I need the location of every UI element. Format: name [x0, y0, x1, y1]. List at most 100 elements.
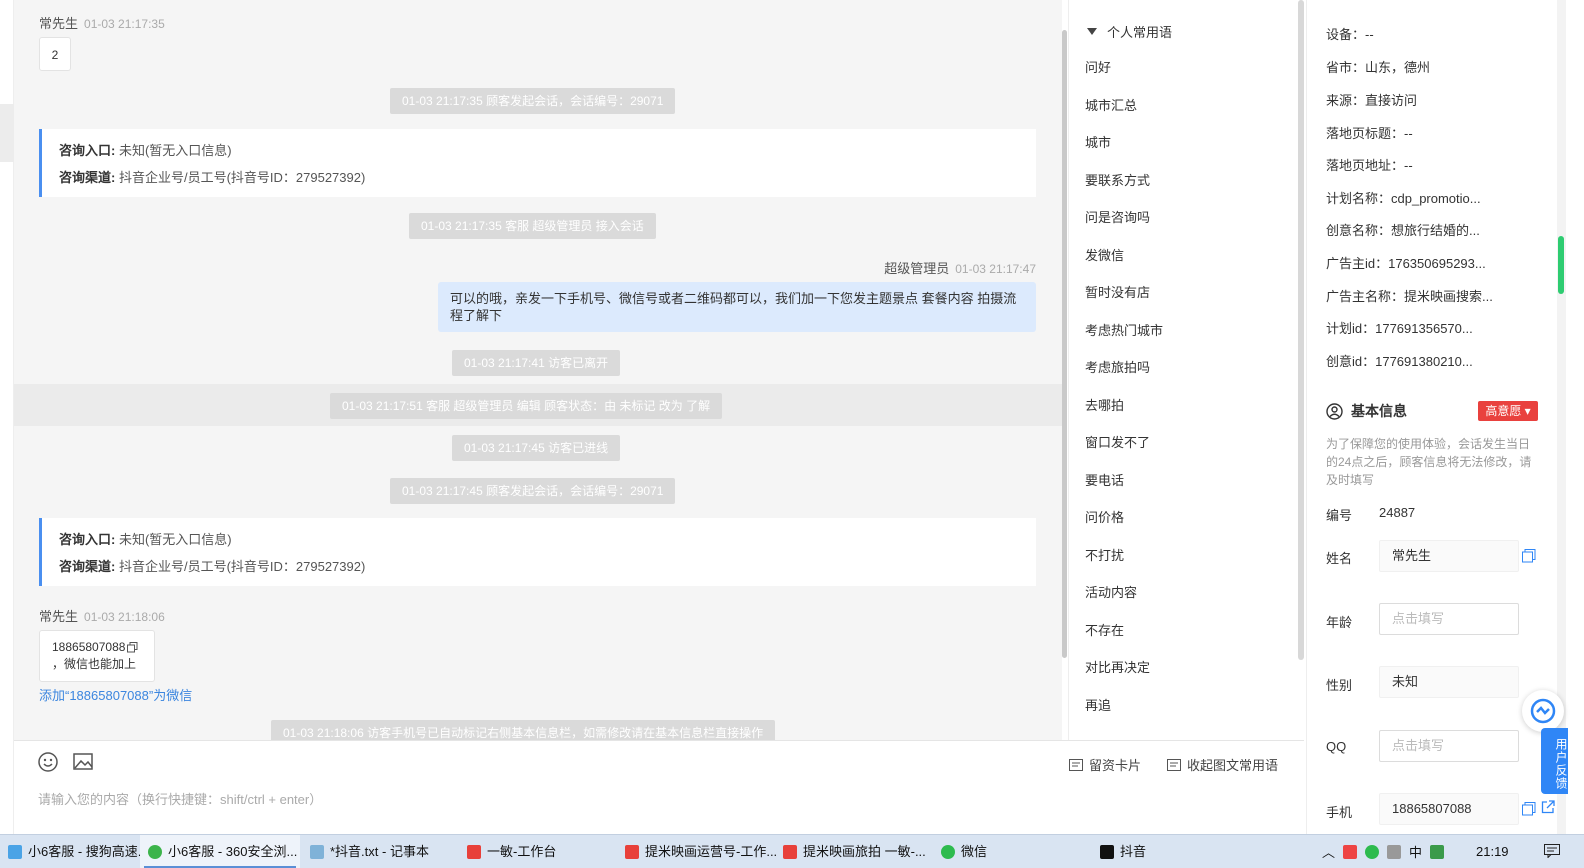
intent-badge[interactable]: 高意愿 ▾ — [1478, 401, 1538, 421]
sender-name: 常先生 — [39, 609, 79, 624]
system-message: 01-03 21:17:35 客服 超级管理员 接入会话 — [409, 213, 656, 239]
phrase-item[interactable]: 对比再决定 — [1085, 649, 1163, 687]
phrase-item[interactable]: 活动内容 — [1085, 574, 1163, 612]
task-label: 小6客服 - 搜狗高速... — [28, 844, 149, 859]
edit-icon[interactable] — [1522, 549, 1536, 563]
task-360-browser[interactable]: 小6客服 - 360安全浏... — [140, 835, 300, 868]
phrase-scrollbar[interactable] — [1298, 0, 1304, 660]
plan-name-info: 计划名称：cdp_promotio... — [1326, 191, 1481, 206]
region-info: 省市：山东，德州 — [1326, 60, 1431, 75]
source-info: 来源：直接访问 — [1326, 93, 1418, 108]
task-label: 微信 — [961, 844, 988, 859]
assistant-icon — [1530, 698, 1556, 724]
task-sogou-browser[interactable]: 小6客服 - 搜狗高速... — [0, 835, 157, 868]
leave-card-label: 留资卡片 — [1089, 758, 1142, 773]
name-field[interactable]: 常先生 — [1379, 540, 1519, 572]
message-sender: 常先生 01-03 21:17:35 — [39, 13, 165, 32]
phrase-item[interactable]: 考虑热门城市 — [1085, 312, 1163, 350]
system-message: 01-03 21:17:35 顾客发起会话，会话编号：29071 — [390, 88, 676, 114]
user-icon — [1326, 402, 1343, 420]
phrase-item[interactable]: 问价格 — [1085, 499, 1163, 537]
basic-info-header: 基本信息 — [1326, 401, 1407, 421]
task-workbench[interactable]: 一敏-工作台 — [459, 835, 564, 868]
phrase-item[interactable]: 不存在 — [1085, 612, 1163, 650]
security-icon[interactable] — [1343, 844, 1358, 859]
task-douyin[interactable]: 抖音 — [1092, 835, 1154, 868]
message-time: 01-03 21:18:06 — [84, 610, 165, 624]
message-text: ，微信也能加上 — [52, 657, 137, 671]
phrase-item[interactable]: 要联系方式 — [1085, 162, 1163, 200]
creative-name-info: 创意名称：想旅行结婚的... — [1326, 223, 1480, 238]
message-input[interactable]: 请输入您的内容（换行快捷键：shift/ctrl + enter） — [38, 789, 322, 808]
task-travel-photo[interactable]: 提米映画旅拍 一敏-... — [775, 835, 934, 868]
channel-value: 抖音企业号/员工号(抖音号ID：279527392) — [118, 559, 366, 574]
message-sender: 超级管理员 01-03 21:17:47 — [884, 258, 1036, 277]
phone-number[interactable]: 18865807088 — [52, 639, 125, 656]
phrase-item[interactable]: 城市 — [1085, 124, 1163, 162]
leave-card-button[interactable]: 留资卡片 — [1069, 755, 1141, 774]
task-label: 提米映画运营号-工作... — [645, 844, 778, 859]
scroll-thumb[interactable] — [1558, 236, 1564, 294]
entry-value: 未知(暂无入口信息) — [118, 143, 232, 158]
copy-icon[interactable] — [127, 642, 138, 653]
external-link-icon[interactable] — [1541, 800, 1555, 814]
entry-label: 咨询入口: — [59, 532, 116, 547]
task-label: *抖音.txt - 记事本 — [330, 844, 429, 859]
app-icon — [467, 844, 481, 859]
channel-label: 咨询渠道: — [59, 559, 116, 574]
input-method-icon[interactable] — [1430, 844, 1445, 859]
collapse-phrases-button[interactable]: 收起图文常用语 — [1167, 755, 1278, 774]
message-time: 01-03 21:17:47 — [955, 262, 1036, 276]
feedback-tab[interactable]: 用户反馈 — [1541, 728, 1568, 794]
channel-value: 抖音企业号/员工号(抖音号ID：279527392) — [118, 170, 366, 185]
qq-field[interactable]: 点击填写 — [1379, 730, 1519, 762]
phrase-item[interactable]: 再追 — [1085, 687, 1163, 725]
ime-indicator[interactable]: 中 — [1409, 842, 1422, 861]
entry-value: 未知(暂无入口信息) — [118, 532, 232, 547]
phrase-item[interactable]: 不打扰 — [1085, 537, 1163, 575]
phrase-item[interactable]: 发微信 — [1085, 237, 1163, 275]
phrase-item[interactable]: 考虑旅拍吗 — [1085, 349, 1163, 387]
system-message: 01-03 21:17:45 访客已进线 — [452, 435, 621, 461]
phrase-item[interactable]: 问是咨询吗 — [1085, 199, 1163, 237]
assistant-button[interactable] — [1522, 690, 1564, 732]
phrase-panel: 个人常用语 问好 城市汇总 城市 要联系方式 问是咨询吗 发微信 暂时没有店 考… — [1068, 0, 1304, 740]
chevron-up-icon[interactable]: ︿ — [1322, 842, 1335, 861]
notification-icon[interactable] — [1544, 844, 1560, 858]
customer-info-panel: 设备：-- 省市：山东，德州 来源：直接访问 落地页标题：-- 落地页地址：--… — [1306, 0, 1556, 834]
gender-label: 性别 — [1326, 678, 1353, 693]
app-icon — [783, 844, 797, 859]
emoji-icon[interactable] — [37, 751, 59, 773]
add-wechat-link[interactable]: 添加“18865807088”为微信 — [39, 685, 192, 704]
consult-info-card: 咨询入口: 未知(暂无入口信息) 咨询渠道: 抖音企业号/员工号(抖音号ID：2… — [39, 129, 1036, 197]
phrase-item[interactable]: 暂时没有店 — [1085, 274, 1163, 312]
taskbar: 小6客服 - 搜狗高速... 小6客服 - 360安全浏... *抖音.txt … — [0, 834, 1584, 868]
age-field[interactable]: 点击填写 — [1379, 603, 1519, 635]
clock[interactable]: 21:19 — [1476, 835, 1509, 868]
app-window: 常先生 01-03 21:17:35 2 01-03 21:17:35 顾客发起会… — [0, 0, 1584, 868]
message-composer: 请输入您的内容（换行快捷键：shift/ctrl + enter） 留资卡片 收… — [14, 740, 1304, 834]
phone-field[interactable]: 18865807088 — [1379, 793, 1519, 825]
wechat-tray-icon[interactable] — [1365, 844, 1380, 859]
phrase-item[interactable]: 窗口发不了 — [1085, 424, 1163, 462]
phrase-item[interactable]: 要电话 — [1085, 462, 1163, 500]
system-message: 01-03 21:17:45 顾客发起会话，会话编号：29071 — [390, 478, 676, 504]
gender-field[interactable]: 未知 — [1379, 666, 1519, 698]
copy-icon[interactable] — [1522, 802, 1536, 816]
landing-url-info: 落地页地址：-- — [1326, 158, 1413, 173]
task-wechat[interactable]: 微信 — [933, 835, 995, 868]
task-ops-account[interactable]: 提米映画运营号-工作... — [617, 835, 785, 868]
task-notepad[interactable]: *抖音.txt - 记事本 — [302, 835, 437, 868]
chat-transcript[interactable]: 常先生 01-03 21:17:35 2 01-03 21:17:35 顾客发起会… — [14, 0, 1062, 740]
phrase-item[interactable]: 去哪拍 — [1085, 387, 1163, 425]
phrase-item[interactable]: 城市汇总 — [1085, 87, 1163, 125]
image-icon[interactable] — [72, 751, 94, 773]
chat-scrollbar[interactable] — [1062, 30, 1067, 658]
phrase-group-header[interactable]: 个人常用语 — [1087, 22, 1172, 41]
message-sender: 常先生 01-03 21:18:06 — [39, 606, 165, 625]
phrase-item[interactable]: 问好 — [1085, 49, 1163, 87]
task-label: 一敏-工作台 — [487, 844, 557, 859]
network-icon[interactable] — [1387, 844, 1402, 859]
left-edge-strip — [0, 0, 14, 834]
phrase-list: 问好 城市汇总 城市 要联系方式 问是咨询吗 发微信 暂时没有店 考虑热门城市 … — [1085, 49, 1163, 724]
